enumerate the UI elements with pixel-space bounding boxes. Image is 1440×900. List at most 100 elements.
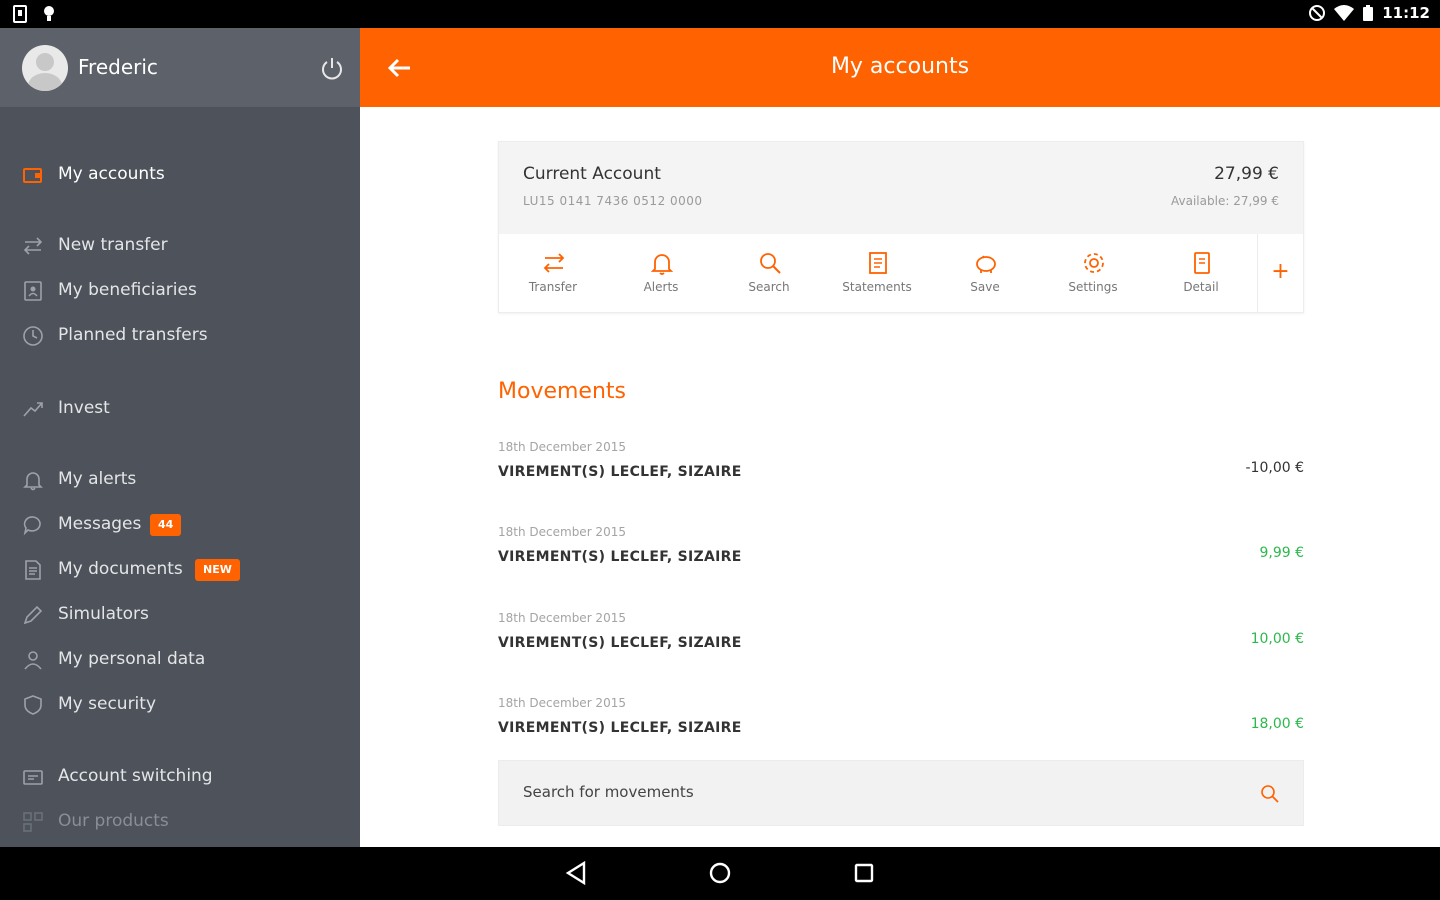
account-balance: 27,99 € — [1214, 164, 1279, 184]
transfer-icon — [23, 237, 43, 255]
products-icon — [23, 812, 43, 832]
pen-icon — [23, 605, 43, 625]
sidebar-item-new-transfer[interactable]: New transfer — [0, 226, 360, 266]
settings-action[interactable]: Settings — [1039, 234, 1147, 312]
chat-icon — [23, 516, 41, 536]
user-icon — [24, 651, 42, 670]
sidebar: Frederic My accounts New transfer My ben… — [0, 28, 360, 847]
bell-icon — [650, 254, 674, 275]
app-header: My accounts — [360, 28, 1440, 107]
sidebar-item-label: Simulators — [58, 604, 149, 624]
movement-description: VIREMENT(S) LECLEF, SIZAIRE — [498, 464, 742, 480]
new-badge: NEW — [195, 559, 240, 581]
action-label: Transfer — [528, 280, 578, 294]
main-content: Current Account LU15 0141 7436 0512 0000… — [360, 107, 1440, 847]
movement-description: VIREMENT(S) LECLEF, SIZAIRE — [498, 635, 742, 651]
dnd-icon — [1309, 5, 1326, 21]
sidebar-item-label: Our products — [58, 811, 169, 831]
sidebar-item-label: Messages — [58, 514, 142, 534]
system-nav-bar — [0, 847, 1440, 900]
sidebar-item-my-beneficiaries[interactable]: My beneficiaries — [0, 271, 360, 311]
account-summary[interactable]: Current Account LU15 0141 7436 0512 0000… — [499, 142, 1303, 234]
movement-amount: 18,00 € — [1250, 716, 1304, 732]
movement-description: VIREMENT(S) LECLEF, SIZAIRE — [498, 549, 742, 565]
messages-count-badge: 44 — [150, 514, 182, 536]
clock: 11:12 — [1382, 4, 1430, 22]
wifi-icon — [1334, 5, 1355, 21]
sidebar-item-label: My personal data — [58, 649, 206, 669]
action-label: Detail — [1183, 280, 1219, 294]
search-icon — [760, 253, 781, 274]
movement-row[interactable]: 18th December 2015 VIREMENT(S) LECLEF, S… — [498, 525, 1304, 599]
sidebar-item-label: Planned transfers — [58, 325, 208, 345]
account-card[interactable]: Current Account LU15 0141 7436 0512 0000… — [498, 141, 1304, 313]
sidebar-item-my-accounts[interactable]: My accounts — [0, 155, 360, 195]
trend-icon — [23, 402, 43, 417]
sidebar-item-my-personal-data[interactable]: My personal data — [0, 640, 360, 680]
sidebar-item-my-security[interactable]: My security — [0, 685, 360, 725]
notification-icon — [13, 5, 27, 23]
detail-icon — [1194, 252, 1210, 274]
sidebar-item-planned-transfers[interactable]: Planned transfers — [0, 316, 360, 356]
user-name: Frederic — [78, 55, 158, 79]
action-label: Settings — [1068, 280, 1118, 294]
action-label: Statements — [842, 280, 912, 294]
movement-date: 18th December 2015 — [498, 525, 626, 539]
movement-amount: 10,00 € — [1250, 631, 1304, 647]
piggy-bank-icon — [976, 255, 996, 273]
power-icon[interactable] — [318, 55, 346, 83]
page-title: My accounts — [830, 54, 970, 79]
document-icon — [25, 560, 41, 580]
movements-title: Movements — [498, 379, 626, 404]
alerts-action[interactable]: Alerts — [607, 234, 715, 312]
bulb-icon — [44, 6, 54, 21]
movement-row[interactable]: 18th December 2015 VIREMENT(S) LECLEF, S… — [498, 696, 1304, 770]
bell-icon — [23, 472, 43, 491]
movement-description: VIREMENT(S) LECLEF, SIZAIRE — [498, 720, 742, 736]
account-available: Available: 27,99 € — [1171, 194, 1279, 208]
sidebar-item-my-alerts[interactable]: My alerts — [0, 460, 360, 500]
sidebar-item-account-switching[interactable]: Account switching — [0, 757, 360, 797]
recents-nav-icon[interactable] — [850, 859, 878, 887]
transfer-action[interactable]: Transfer — [499, 234, 607, 312]
sidebar-item-label: Invest — [58, 398, 110, 418]
sidebar-item-label: New transfer — [58, 235, 168, 255]
more-actions-button[interactable]: + — [1257, 234, 1303, 312]
sidebar-item-messages[interactable]: Messages 44 — [0, 505, 360, 545]
statements-icon — [869, 252, 887, 274]
movement-row[interactable]: 18th December 2015 VIREMENT(S) LECLEF, S… — [498, 611, 1304, 685]
transfer-icon — [543, 253, 565, 273]
sidebar-header: Frederic — [0, 28, 360, 107]
sidebar-item-label: Account switching — [58, 766, 213, 786]
action-label: Alerts — [643, 280, 679, 294]
account-iban: LU15 0141 7436 0512 0000 — [523, 194, 703, 208]
sidebar-item-our-products[interactable]: Our products — [0, 802, 360, 842]
save-action[interactable]: Save — [931, 234, 1039, 312]
account-actions: Transfer Alerts Search Statements Save S… — [499, 234, 1303, 312]
sidebar-item-label: My security — [58, 694, 157, 714]
contacts-icon — [24, 281, 42, 301]
account-name: Current Account — [523, 164, 661, 184]
movements-search-input[interactable]: Search for movements — [498, 760, 1304, 826]
statements-action[interactable]: Statements — [823, 234, 931, 312]
clock-icon — [23, 326, 43, 346]
switch-icon — [23, 770, 43, 785]
sidebar-item-label: My beneficiaries — [58, 280, 197, 300]
movement-date: 18th December 2015 — [498, 611, 626, 625]
battery-icon — [1363, 5, 1374, 21]
avatar[interactable] — [22, 45, 68, 91]
search-action[interactable]: Search — [715, 234, 823, 312]
sidebar-item-simulators[interactable]: Simulators — [0, 595, 360, 635]
sidebar-item-invest[interactable]: Invest — [0, 389, 360, 429]
movement-amount: 9,99 € — [1259, 545, 1304, 561]
gear-icon — [1084, 253, 1104, 273]
shield-icon — [24, 695, 42, 715]
sidebar-item-my-documents[interactable]: My documents NEW — [0, 550, 360, 590]
sidebar-item-label: My accounts — [58, 164, 165, 184]
movement-row[interactable]: 18th December 2015 VIREMENT(S) LECLEF, S… — [498, 440, 1304, 514]
home-nav-icon[interactable] — [706, 859, 734, 887]
sidebar-item-label: My alerts — [58, 469, 137, 489]
search-icon[interactable] — [1259, 783, 1281, 805]
back-nav-icon[interactable] — [562, 859, 590, 887]
detail-action[interactable]: Detail — [1147, 234, 1255, 312]
